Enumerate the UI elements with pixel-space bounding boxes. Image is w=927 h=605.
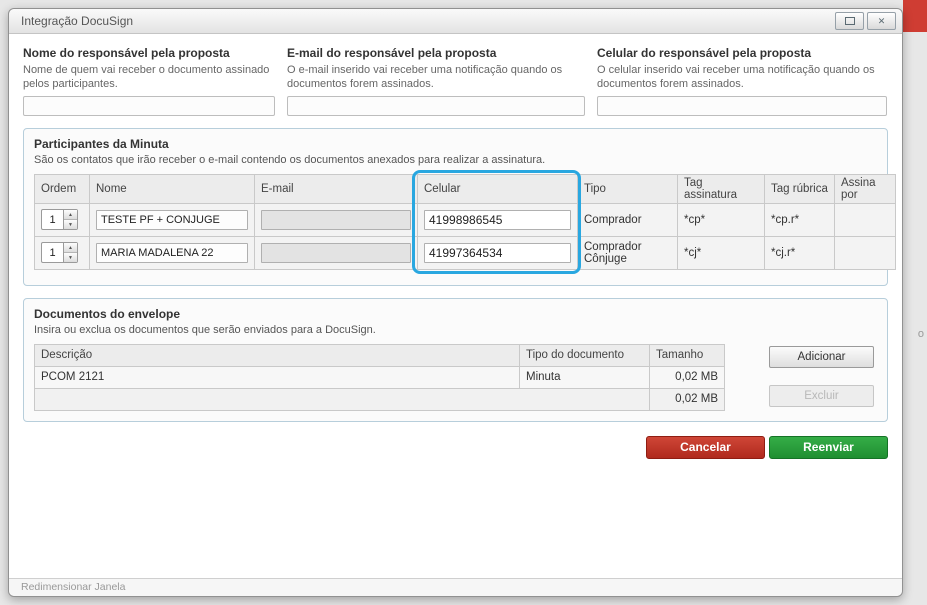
participants-title: Participantes da Minuta (34, 136, 169, 151)
delete-document-button[interactable]: Excluir (769, 384, 874, 407)
resend-button[interactable]: Reenviar (769, 435, 888, 459)
col-email: E-mail (254, 173, 418, 204)
ordem-cell: 1 ▲ ▼ (34, 235, 90, 270)
tag-rubrica-cell: *cp.r* (764, 202, 835, 237)
window-controls: ✕ (835, 12, 896, 30)
close-icon: ✕ (877, 15, 886, 26)
document-tipo-cell: Minuta (519, 365, 650, 389)
participant-phone-input[interactable] (424, 242, 571, 263)
col-tamanho: Tamanho (649, 343, 725, 367)
documents-body: Descrição Tipo do documento Tamanho PCOM… (34, 343, 877, 411)
col-descricao: Descrição (34, 343, 520, 367)
email-cell (254, 202, 418, 237)
responsible-phone-field-group: Celular do responsável pela proposta O c… (597, 46, 887, 116)
docusign-dialog: Integração DocuSign ✕ Nome do responsáve… (8, 8, 903, 597)
responsible-name-label: Nome do responsável pela proposta (23, 46, 230, 60)
resize-window-handle[interactable]: Redimensionar Janela (21, 581, 125, 593)
participant-name-input[interactable] (96, 209, 248, 230)
total-spacer-cell (34, 387, 650, 411)
assina-por-cell (834, 202, 896, 237)
nome-cell (89, 235, 255, 270)
stepper-down-icon[interactable]: ▼ (64, 253, 77, 263)
stepper-up-icon[interactable]: ▲ (64, 243, 77, 254)
responsible-email-input[interactable] (287, 95, 585, 116)
tag-rubrica-cell: *cj.r* (764, 235, 835, 270)
responsible-phone-description: O celular inserido vai receber uma notif… (597, 64, 875, 91)
dialog-titlebar[interactable]: Integração DocuSign ✕ (9, 9, 902, 34)
stepper-buttons: ▲ ▼ (63, 243, 77, 263)
responsible-name-field-group: Nome do responsável pela proposta Nome d… (23, 46, 275, 116)
background-peek-text: o (917, 328, 924, 340)
responsible-phone-label: Celular do responsável pela proposta (597, 46, 812, 60)
responsible-email-description: O e-mail inserido vai receber uma notifi… (287, 64, 563, 91)
col-celular: Celular (417, 173, 578, 204)
email-cell (254, 235, 418, 270)
participants-panel: Participantes da Minuta São os contatos … (23, 127, 896, 286)
dialog-footer: Redimensionar Janela (9, 578, 902, 596)
responsible-email-label: E-mail do responsável pela proposta (287, 46, 497, 60)
stepper-up-icon[interactable]: ▲ (64, 210, 77, 221)
documents-header-row: Descrição Tipo do documento Tamanho (34, 343, 725, 367)
celular-cell (417, 235, 578, 270)
order-value: 1 (49, 246, 56, 259)
tipo-cell: Comprador (577, 202, 678, 237)
participant-email-input[interactable] (261, 242, 411, 263)
celular-cell (417, 202, 578, 237)
cancel-button[interactable]: Cancelar (646, 435, 765, 459)
col-ordem: Ordem (34, 173, 90, 204)
responsible-phone-input[interactable] (597, 95, 887, 116)
restore-icon (844, 17, 855, 25)
order-stepper[interactable]: 1 ▲ ▼ (41, 242, 78, 264)
documents-table: Descrição Tipo do documento Tamanho PCOM… (34, 343, 725, 411)
col-tipo-documento: Tipo do documento (519, 343, 650, 367)
close-button[interactable]: ✕ (867, 12, 896, 30)
documents-total-row: 0,02 MB (34, 387, 725, 411)
order-stepper[interactable]: 1 ▲ ▼ (41, 209, 78, 231)
documents-total-size: 0,02 MB (649, 387, 725, 411)
document-descricao-cell: PCOM 2121 (34, 365, 520, 389)
col-assina-por: Assina por (834, 173, 896, 204)
participant-phone-input[interactable] (424, 209, 571, 230)
tag-assinatura-cell: *cj* (677, 235, 765, 270)
order-value: 1 (49, 213, 56, 226)
responsible-name-description: Nome de quem vai receber o documento ass… (23, 64, 270, 91)
participant-email-input[interactable] (261, 209, 411, 230)
documents-description: Insira ou exclua os documentos que serão… (34, 323, 376, 336)
assina-por-cell (834, 235, 896, 270)
documents-title: Documentos do envelope (34, 306, 181, 321)
document-row[interactable]: PCOM 2121 Minuta 0,02 MB (34, 365, 725, 389)
dialog-actions: Cancelar Reenviar (23, 435, 888, 459)
col-tipo: Tipo (577, 173, 678, 204)
background-accent (903, 0, 927, 32)
participants-description: São os contatos que irão receber o e-mai… (34, 153, 546, 166)
responsible-name-input[interactable] (23, 95, 275, 116)
tag-assinatura-cell: *cp* (677, 202, 765, 237)
documents-panel: Documentos do envelope Insira ou exclua … (23, 297, 888, 422)
participant-row: 1 ▲ ▼ Compr (34, 202, 896, 237)
documents-buttons: Adicionar Excluir (769, 345, 874, 407)
ordem-cell: 1 ▲ ▼ (34, 202, 90, 237)
nome-cell (89, 202, 255, 237)
tipo-cell: Comprador Cônjuge (577, 235, 678, 270)
col-tag-assinatura: Tag assinatura (677, 173, 765, 204)
stepper-down-icon[interactable]: ▼ (64, 220, 77, 230)
dialog-content: Nome do responsável pela proposta Nome d… (9, 34, 902, 459)
participants-header-row: Ordem Nome E-mail Celular Tipo Tag assin… (34, 173, 896, 204)
restore-button[interactable] (835, 12, 864, 30)
col-tag-rubrica: Tag rúbrica (764, 173, 835, 204)
participants-table-wrap: Ordem Nome E-mail Celular Tipo Tag assin… (34, 169, 896, 274)
responsible-fields: Nome do responsável pela proposta Nome d… (23, 46, 888, 116)
document-tamanho-cell: 0,02 MB (649, 365, 725, 389)
responsible-email-field-group: E-mail do responsável pela proposta O e-… (287, 46, 585, 116)
participant-row: 1 ▲ ▼ Compr (34, 235, 896, 270)
screen: o Integração DocuSign ✕ Nome do responsá… (0, 0, 927, 605)
dialog-title: Integração DocuSign (21, 14, 134, 28)
col-nome: Nome (89, 173, 255, 204)
stepper-buttons: ▲ ▼ (63, 210, 77, 230)
participants-table: Ordem Nome E-mail Celular Tipo Tag assin… (34, 173, 896, 270)
participant-name-input[interactable] (96, 242, 248, 263)
add-document-button[interactable]: Adicionar (769, 345, 874, 368)
